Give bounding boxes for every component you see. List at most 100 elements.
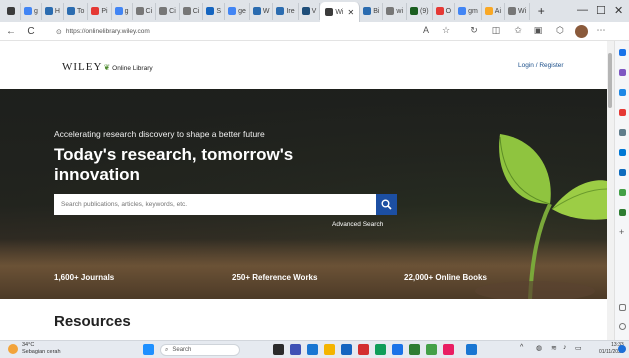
url-field[interactable]: ⊙ https://onlinelibrary.wiley.com (50, 24, 450, 39)
tab-label: V (311, 7, 317, 15)
mail-icon[interactable] (358, 344, 369, 355)
browser-tab[interactable]: wi (383, 2, 408, 20)
wiley-logo[interactable]: WILEY ❦ Online Library (62, 61, 153, 73)
read-aloud-icon[interactable]: A (420, 25, 432, 35)
hide-sidebar-icon[interactable] (619, 304, 626, 311)
reload-button[interactable]: C (24, 26, 38, 37)
task-view-icon[interactable] (273, 344, 284, 355)
tab-favicon-icon (386, 7, 395, 15)
browser-tab[interactable]: Bi (360, 2, 384, 20)
search-button[interactable] (376, 194, 397, 215)
weather-icon[interactable] (8, 344, 18, 354)
browser-tab[interactable]: g (112, 2, 133, 20)
tab-favicon-icon (508, 7, 517, 15)
browser-tab[interactable]: H (42, 2, 64, 20)
stat-reference-works[interactable]: 250+ Reference Works (232, 273, 317, 282)
add-sidebar-icon[interactable]: + (619, 228, 626, 237)
browser-tab[interactable]: W (250, 2, 274, 20)
browser-tab-strip: g H To Pi g Ci Ci Ci Sge W Ire V Wi ✕ Bi wi (9) Ogm Ai Wi + (0, 0, 629, 22)
browser-tab[interactable]: Pi (88, 2, 112, 20)
new-tab-button[interactable]: + (534, 4, 548, 18)
restore-button[interactable]: ☐ (596, 4, 606, 17)
notification-badge[interactable] (618, 345, 626, 353)
more-menu-icon[interactable]: ⋯ (595, 25, 607, 36)
collections-icon[interactable]: ▣ (532, 25, 544, 36)
tab-favicon-icon (182, 7, 191, 15)
tab-favicon-icon (206, 7, 215, 15)
store-icon[interactable] (341, 344, 352, 355)
tab-label: W (262, 7, 270, 15)
tab-favicon-icon (276, 7, 285, 15)
extensions-icon[interactable]: ⬡ (554, 25, 566, 36)
browser-tab[interactable]: gm (455, 2, 482, 20)
tab-label: Ci (192, 7, 200, 15)
favorites-icon[interactable]: ✩ (512, 25, 524, 36)
login-register-link[interactable]: Login / Register (518, 62, 564, 69)
edge-browser-icon[interactable] (375, 344, 386, 355)
widgets-icon[interactable] (307, 344, 318, 355)
close-tab-icon[interactable]: ✕ (347, 8, 354, 17)
refresh-extension-icon[interactable]: ↻ (468, 25, 480, 36)
browser-tab[interactable]: Ci (133, 2, 157, 20)
designer-icon[interactable] (619, 209, 626, 216)
close-window-button[interactable]: ✕ (614, 4, 623, 17)
minimize-button[interactable]: — (577, 4, 588, 16)
scrollbar-thumb[interactable] (608, 53, 612, 108)
search-icon: ⌕ (165, 346, 169, 353)
browser-tab[interactable]: (9) (407, 2, 433, 20)
search-bar (54, 194, 397, 215)
browser-tab[interactable]: Ai (482, 2, 506, 20)
app-icon[interactable] (466, 344, 477, 355)
office-icon[interactable] (619, 149, 626, 156)
browser-tab[interactable]: To (64, 2, 89, 20)
browser-tab[interactable]: O (433, 2, 456, 20)
word-icon[interactable] (392, 344, 403, 355)
browser-tab[interactable]: ge (225, 2, 250, 20)
drop-icon[interactable] (619, 189, 626, 196)
advanced-search-link[interactable]: Advanced Search (332, 221, 383, 228)
tab-favicon-icon (66, 7, 75, 15)
wifi-icon[interactable]: ≋ (551, 344, 557, 352)
browser-tab[interactable]: Ire (273, 2, 299, 20)
browser-tab[interactable]: V (299, 2, 321, 20)
tab-label: Ci (169, 7, 176, 15)
games-icon[interactable] (619, 109, 626, 116)
outlook-icon[interactable] (619, 169, 626, 176)
tab-label: Ai (494, 7, 502, 15)
search-input[interactable] (54, 194, 376, 215)
settings-app-icon[interactable] (409, 344, 420, 355)
back-button[interactable]: ← (4, 26, 18, 37)
taskbar-search[interactable]: ⌕ Search (160, 344, 240, 356)
file-explorer-icon[interactable] (324, 344, 335, 355)
excel-icon[interactable] (426, 344, 437, 355)
instagram-icon[interactable] (443, 344, 454, 355)
tab-label: Pi (101, 7, 108, 15)
tab-favicon-icon (484, 7, 493, 15)
browser-tab[interactable]: Ci (156, 2, 180, 20)
start-button[interactable] (143, 344, 154, 355)
browser-tab[interactable]: Ci (180, 2, 204, 20)
favorite-star-icon[interactable]: ☆ (440, 25, 452, 36)
shopping-icon[interactable] (619, 69, 626, 76)
sidebar-settings-icon[interactable] (619, 323, 626, 330)
tab-label: S (216, 7, 222, 15)
browser-tab[interactable]: Wi ✕ (320, 2, 361, 22)
battery-icon[interactable]: ▭ (575, 344, 582, 352)
browser-tab[interactable] (4, 2, 21, 20)
split-screen-icon[interactable]: ◫ (490, 25, 502, 36)
tools-icon[interactable] (619, 89, 626, 96)
chat-icon[interactable] (290, 344, 301, 355)
stat-journals[interactable]: 1,600+ Journals (54, 273, 114, 282)
stat-online-books[interactable]: 22,000+ Online Books (404, 273, 487, 282)
volume-icon[interactable]: ♪ (563, 344, 567, 351)
people-icon[interactable] (619, 129, 626, 136)
tray-app-icon[interactable]: ◍ (536, 344, 542, 352)
browser-tab[interactable]: S (203, 2, 226, 20)
weather-widget[interactable]: 34°C Sebagian cerah (22, 342, 61, 355)
page-scrollbar[interactable] (607, 41, 614, 340)
search-sidebar-icon[interactable] (619, 49, 626, 56)
profile-avatar[interactable] (575, 25, 588, 38)
browser-tab[interactable]: Wi (505, 2, 531, 20)
tray-chevron-icon[interactable]: ^ (520, 344, 523, 351)
browser-tab[interactable]: g (21, 2, 42, 20)
